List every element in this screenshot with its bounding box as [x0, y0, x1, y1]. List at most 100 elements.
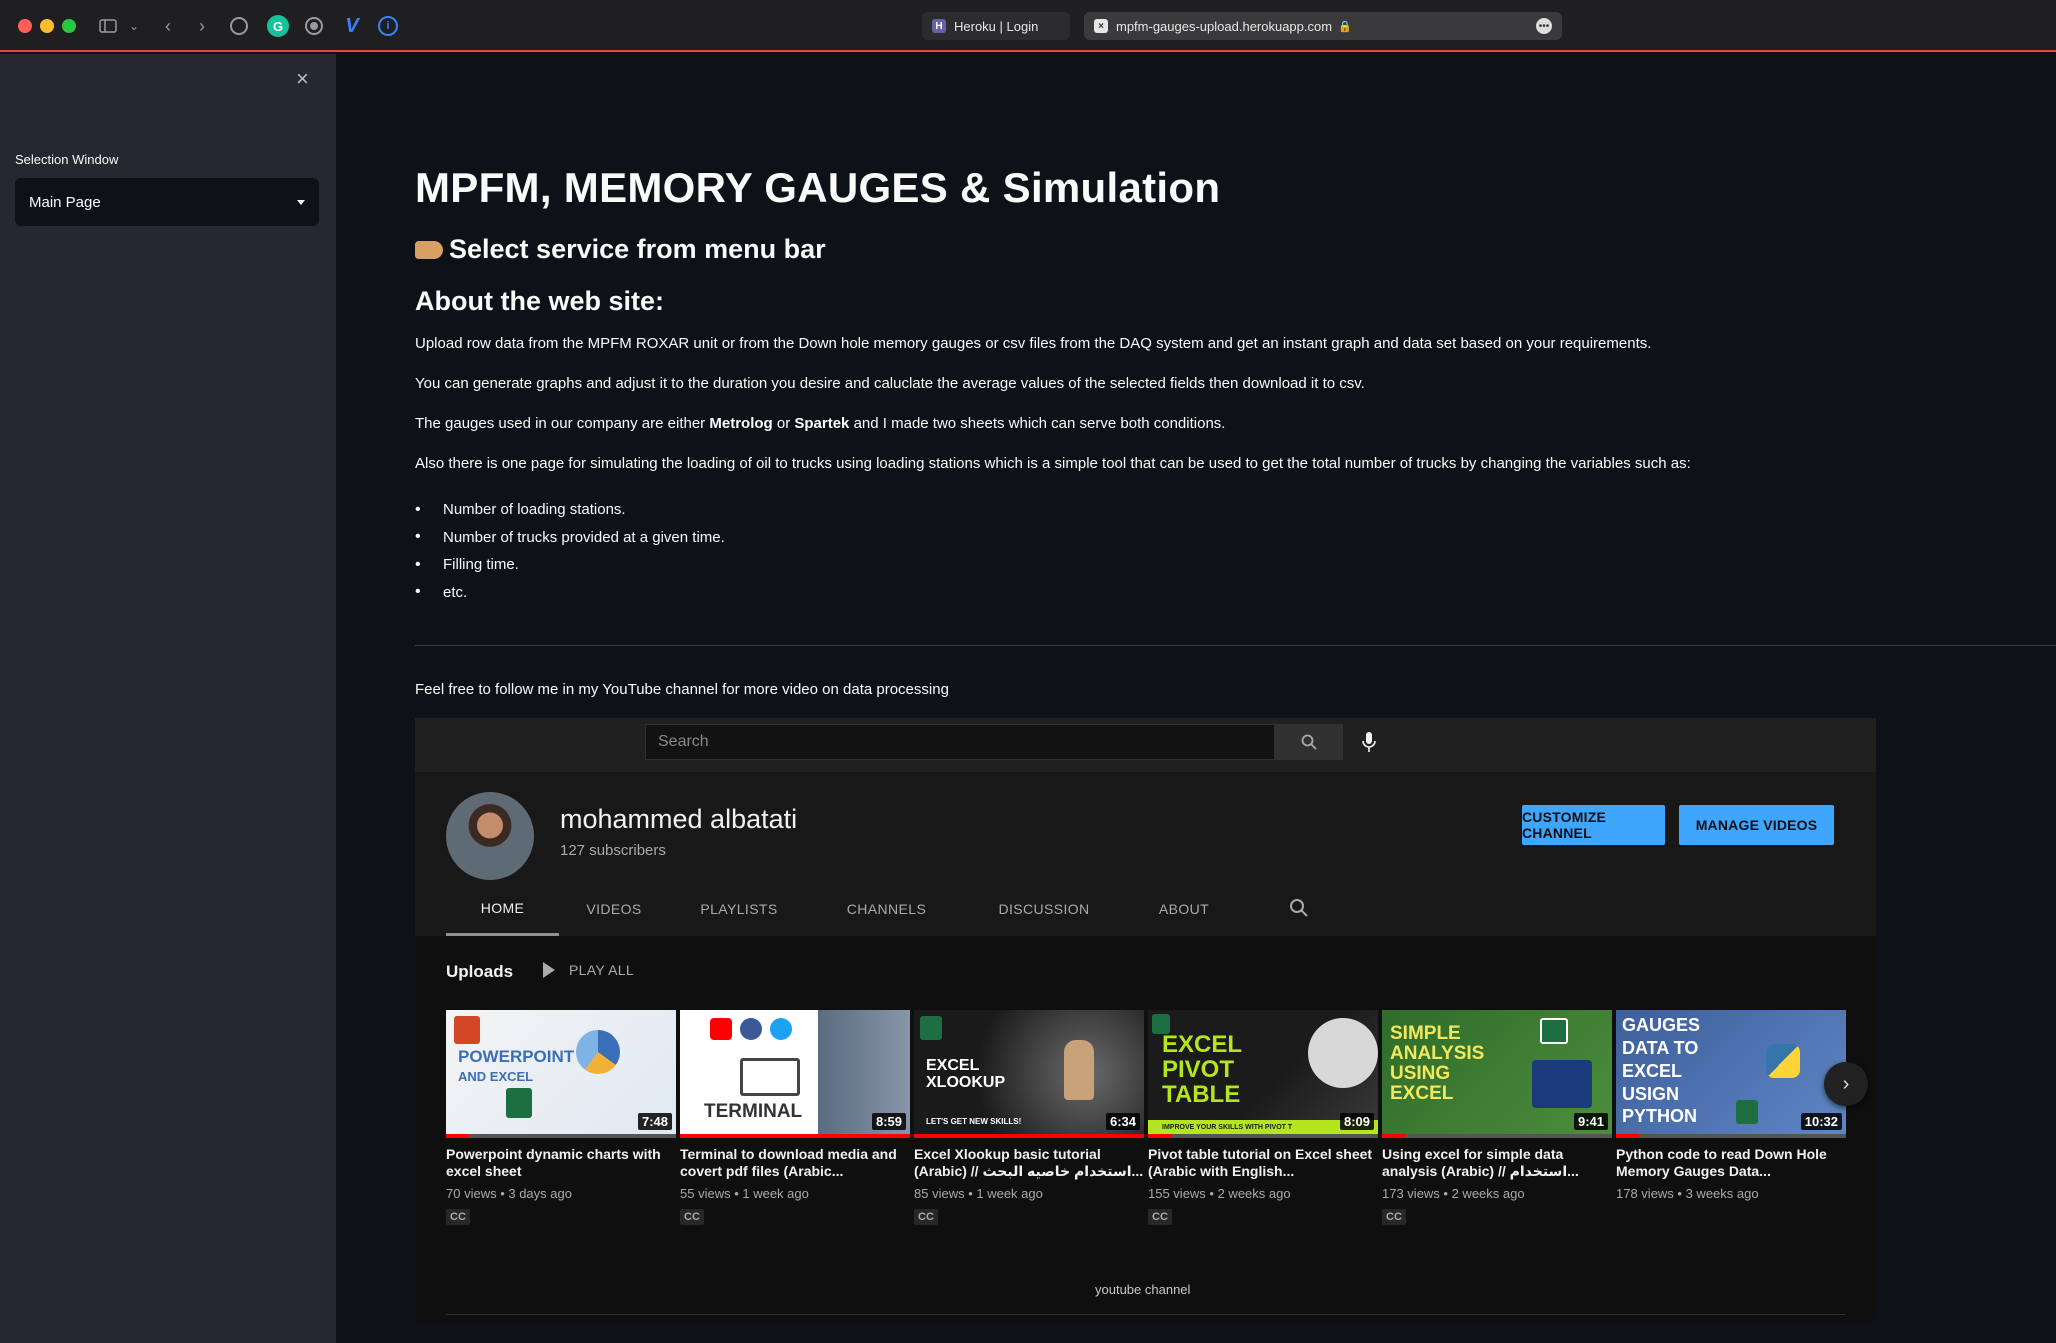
thumb-subtext: IMPROVE YOUR SKILLS WITH PIVOT T [1162, 1123, 1293, 1131]
youtube-logo-icon [710, 1018, 732, 1040]
watch-progress [914, 1134, 1144, 1138]
video-meta: 178 views • 3 weeks ago [1616, 1186, 1759, 1201]
microphone-icon[interactable] [1357, 728, 1381, 756]
page-select[interactable]: Main Page [15, 178, 319, 226]
close-window-button[interactable] [18, 19, 32, 33]
video-title[interactable]: Pivot table tutorial on Excel sheet (Ara… [1148, 1146, 1378, 1180]
gauges-text-pre: The gauges used in our company are eithe… [415, 415, 710, 432]
channel-name: mohammed albatati [560, 804, 798, 834]
paragraph-graphs: You can generate graphs and adjust it to… [415, 375, 1365, 392]
video-title[interactable]: Powerpoint dynamic charts with excel she… [446, 1146, 676, 1180]
video-title[interactable]: Using excel for simple data analysis (Ar… [1382, 1146, 1612, 1180]
video-title[interactable]: Python code to read Down Hole Memory Gau… [1616, 1146, 1846, 1180]
next-arrow-icon[interactable]: › [1824, 1062, 1868, 1106]
password-manager-icon[interactable]: i [378, 16, 398, 36]
video-thumbnail[interactable]: GAUGES DATA TO EXCEL USIGN PYTHON 10:32 [1616, 1010, 1846, 1138]
uploads-title[interactable]: Uploads [446, 962, 513, 982]
video-thumbnail[interactable]: POWERPOINT AND EXCEL 7:48 [446, 1010, 676, 1138]
video-card[interactable]: SIMPLE ANALYSIS USING EXCEL 9:41 Using e… [1382, 1010, 1612, 1225]
heroku-favicon-icon: H [932, 19, 946, 33]
search-icon [1301, 734, 1317, 750]
video-card[interactable]: EXCEL XLOOKUP LET'S GET NEW SKILLS! 6:34… [914, 1010, 1144, 1225]
chevron-down-icon[interactable]: ⌄ [126, 14, 142, 38]
divider [446, 1314, 1845, 1315]
watch-progress [1616, 1134, 1639, 1138]
video-duration: 8:59 [871, 1113, 906, 1130]
forward-icon[interactable]: › [192, 14, 212, 38]
close-sidebar-icon[interactable]: × [296, 66, 309, 92]
thumb-text: SIMPLE ANALYSIS USING EXCEL [1390, 1023, 1485, 1104]
manage-videos-button[interactable]: MANAGE VIDEOS [1679, 805, 1834, 845]
thumb-subtext: AND EXCEL [458, 1069, 534, 1084]
channel-search-icon[interactable] [1289, 898, 1309, 923]
pie-chart-icon [576, 1030, 620, 1074]
more-options-icon[interactable]: ••• [1536, 18, 1552, 34]
page-title: MPFM, MEMORY GAUGES & Simulation [415, 164, 1221, 211]
video-card[interactable]: POWERPOINT AND EXCEL 7:48 Powerpoint dyn… [446, 1010, 676, 1225]
v-extension-icon[interactable]: V [341, 15, 363, 37]
thumb-text: EXCEL PIVOT TABLE [1162, 1031, 1242, 1109]
laptop-icon [740, 1058, 800, 1096]
video-thumbnail[interactable]: SIMPLE ANALYSIS USING EXCEL 9:41 [1382, 1010, 1612, 1138]
play-all-button[interactable]: PLAY ALL [543, 962, 634, 978]
video-card[interactable]: TERMINAL 8:59 Terminal to download media… [680, 1010, 910, 1225]
gauges-text-post: and I made two sheets which can serve bo… [849, 415, 1226, 432]
video-duration: 8:09 [1339, 1113, 1374, 1130]
tab-heroku-login[interactable]: H Heroku | Login [922, 12, 1070, 40]
video-thumbnail[interactable]: EXCEL XLOOKUP LET'S GET NEW SKILLS! 6:34 [914, 1010, 1144, 1138]
thumb-subtext: LET'S GET NEW SKILLS! [926, 1117, 1022, 1126]
youtube-search-input[interactable]: Search [645, 724, 1275, 760]
video-meta: 70 views • 3 days ago [446, 1186, 572, 1201]
thumb-text: GAUGES DATA TO EXCEL USIGN PYTHON [1622, 1015, 1701, 1127]
video-title[interactable]: Excel Xlookup basic tutorial (Arabic) //… [914, 1146, 1144, 1180]
zoom-window-button[interactable] [62, 19, 76, 33]
tab-about[interactable]: ABOUT [1124, 882, 1244, 936]
subscriber-count: 127 subscribers [560, 842, 666, 859]
facebook-logo-icon [740, 1018, 762, 1040]
back-icon[interactable]: ‹ [158, 14, 178, 38]
video-duration: 7:48 [637, 1113, 672, 1130]
hand-icon [1064, 1040, 1094, 1100]
history-icon[interactable] [230, 17, 248, 35]
video-thumbnail[interactable]: EXCEL PIVOT TABLE IMPROVE YOUR SKILLS WI… [1148, 1010, 1378, 1138]
tab-mpfm-app[interactable]: × mpfm-gauges-upload.herokuapp.com 🔒 ••• [1084, 12, 1562, 40]
video-duration: 6:34 [1105, 1113, 1140, 1130]
watch-progress [1148, 1134, 1171, 1138]
video-card[interactable]: EXCEL PIVOT TABLE IMPROVE YOUR SKILLS WI… [1148, 1010, 1378, 1225]
tab-playlists[interactable]: PLAYLISTS [669, 882, 809, 936]
avatar[interactable] [446, 792, 534, 880]
browser-toolbar: ⌄ ‹ › G V i H Heroku | Login × mpfm-gaug… [0, 0, 2056, 52]
tab-label: Heroku | Login [954, 18, 1039, 34]
video-title[interactable]: Terminal to download media and covert pd… [680, 1146, 910, 1180]
video-duration: 10:32 [1800, 1113, 1842, 1130]
main-content: MPFM, MEMORY GAUGES & Simulation Select … [336, 54, 2056, 1343]
address-bar-url[interactable]: mpfm-gauges-upload.herokuapp.com [1116, 19, 1332, 34]
minimize-window-button[interactable] [40, 19, 54, 33]
tab-home[interactable]: HOME [446, 882, 559, 936]
customize-channel-button[interactable]: CUSTOMIZE CHANNEL [1522, 805, 1665, 845]
sidebar-toggle-icon[interactable] [96, 14, 120, 38]
tab-discussion[interactable]: DISCUSSION [964, 882, 1124, 936]
tab-channels[interactable]: CHANNELS [809, 882, 964, 936]
watch-progress [1382, 1134, 1405, 1138]
cc-badge: CC [1382, 1209, 1406, 1225]
record-icon[interactable] [305, 17, 323, 35]
subheading: Select service from menu bar [415, 234, 826, 265]
site-favicon-icon: × [1094, 19, 1108, 33]
pointing-hand-icon [415, 240, 443, 259]
list-item: etc. [415, 579, 725, 607]
tab-videos[interactable]: VIDEOS [559, 882, 669, 936]
thumb-text: POWERPOINT [458, 1047, 575, 1066]
watch-progress [446, 1134, 469, 1138]
follow-text: Feel free to follow me in my YouTube cha… [415, 681, 949, 698]
video-meta: 173 views • 2 weeks ago [1382, 1186, 1525, 1201]
grammarly-icon[interactable]: G [267, 15, 289, 37]
chart-board-icon [1532, 1060, 1592, 1108]
paragraph-upload: Upload row data from the MPFM ROXAR unit… [415, 335, 1652, 352]
selection-window-label: Selection Window [15, 152, 119, 167]
youtube-search-button[interactable] [1275, 724, 1343, 760]
video-card[interactable]: GAUGES DATA TO EXCEL USIGN PYTHON 10:32 … [1616, 1010, 1846, 1201]
play-all-label: PLAY ALL [569, 962, 634, 978]
video-thumbnail[interactable]: TERMINAL 8:59 [680, 1010, 910, 1138]
list-item: Number of loading stations. [415, 496, 725, 524]
